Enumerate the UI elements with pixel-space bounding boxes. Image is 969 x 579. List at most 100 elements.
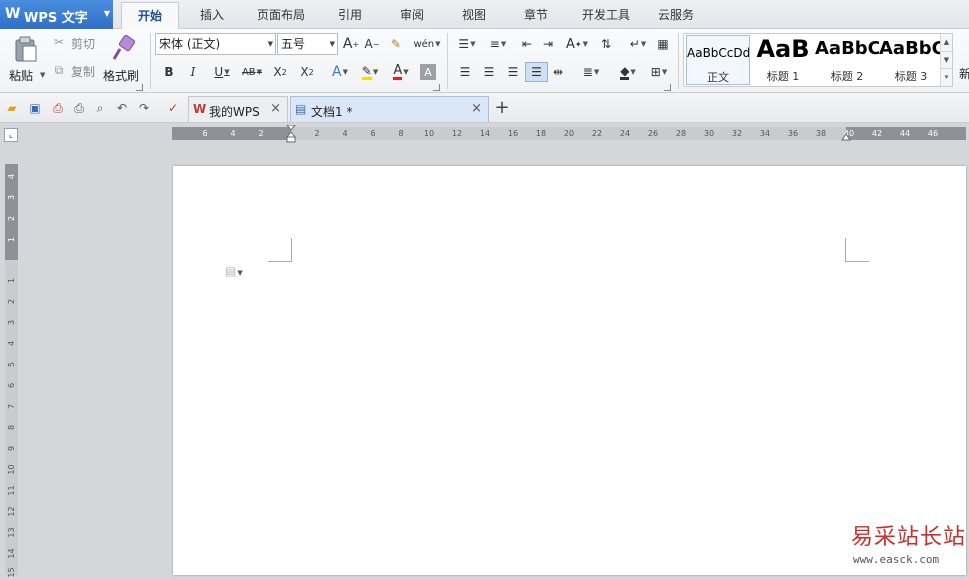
font-color-icon[interactable]: A ▼ [387, 63, 415, 81]
align-right-icon[interactable]: ☰ [504, 63, 522, 81]
tab-label: 文档1 * [311, 105, 353, 119]
tab-home[interactable]: 开始 [121, 2, 179, 30]
redo-icon[interactable]: ↷ [136, 100, 152, 116]
chevron-down-icon[interactable]: ▼ [941, 51, 952, 68]
strikethrough-icon[interactable]: AB ▼ [238, 63, 266, 81]
gallery-more-icon[interactable]: ▾ [941, 68, 952, 85]
save-icon[interactable]: ▣ [27, 100, 43, 116]
paragraph-mark-icon[interactable]: ↵ ▼ [625, 35, 651, 53]
tab-my-wps[interactable]: W 我的WPS × [188, 96, 288, 122]
ruler-tick: 4 [7, 173, 16, 180]
shading-bucket-icon[interactable]: ◆ ▼ [614, 63, 642, 81]
undo-icon[interactable]: ↶ [114, 100, 130, 116]
close-icon[interactable]: × [471, 101, 482, 116]
copy-label: 复制 [71, 65, 96, 79]
margin-corner-top-right [845, 238, 869, 262]
clear-format-icon[interactable]: ✎ [387, 35, 405, 53]
line-spacing-icon[interactable]: ≣ ▼ [577, 63, 605, 81]
decrease-indent-icon[interactable]: ⇤ [518, 35, 536, 53]
borders-icon[interactable]: ⊞ ▼ [645, 63, 673, 81]
tab-cloud-services[interactable]: 云服务 [658, 0, 694, 29]
tab-developer-tools[interactable]: 开发工具 [582, 0, 630, 29]
format-painter-button[interactable]: 格式刷 [103, 33, 143, 91]
styles-gallery-scroll[interactable]: ▲ ▼ ▾ [940, 34, 952, 86]
customize-toolbar-icon[interactable]: ✓ [165, 100, 181, 116]
document-page[interactable]: ▤▼ [173, 166, 966, 575]
bullet-list-icon[interactable]: ☰ ▼ [453, 35, 481, 53]
style-name: 正文 [707, 71, 729, 84]
paste-options-icon[interactable]: ▤▼ [225, 264, 243, 278]
app-menu-button[interactable]: W WPS 文字 ▼ [0, 0, 113, 29]
distributed-align-icon[interactable]: ⇹ [549, 63, 567, 81]
style-heading-1[interactable]: AaB 标题 1 [751, 35, 815, 85]
numbered-list-icon[interactable]: ≡ ▼ [484, 35, 512, 53]
chevron-up-icon[interactable]: ▲ [941, 34, 952, 51]
align-left-icon[interactable]: ☰ [456, 63, 474, 81]
tab-references[interactable]: 引用 [338, 0, 362, 29]
phonetic-guide-icon[interactable]: wén ▼ [413, 35, 441, 53]
tab-review[interactable]: 审阅 [400, 0, 424, 29]
text-effect-icon[interactable]: A ▼ [327, 63, 353, 81]
paste-icon [15, 36, 37, 62]
vertical-ruler[interactable]: 4 3 2 1 1 2 3 4 5 6 7 8 9 10 11 12 13 14… [5, 164, 18, 578]
shrink-font-icon[interactable]: A − [363, 35, 381, 53]
bold-icon[interactable]: B [161, 63, 177, 81]
brush-icon [112, 35, 135, 60]
font-name-value: 宋体 (正文) [159, 37, 221, 51]
ruler-tick: 11 [7, 485, 16, 496]
chevron-down-icon: ▼ [267, 40, 273, 48]
superscript-icon[interactable]: X2 [271, 63, 289, 81]
style-heading-2[interactable]: AaBbC 标题 2 [815, 35, 879, 85]
ruler-tick: 7 [7, 403, 16, 410]
chevron-down-icon: ▼ [103, 9, 110, 18]
cut-label: 剪切 [71, 37, 96, 51]
increase-indent-icon[interactable]: ⇥ [539, 35, 557, 53]
tab-insert[interactable]: 插入 [200, 0, 224, 29]
table-grid-icon[interactable]: ▦ [654, 35, 672, 53]
right-indent-marker-icon[interactable] [841, 131, 851, 141]
sort-icon[interactable]: ⇅ [597, 35, 615, 53]
ruler-tick: 8 [398, 129, 404, 138]
font-size-select[interactable]: 五号 ▼ [277, 33, 338, 55]
style-heading-3[interactable]: AaBbC 标题 3 [879, 35, 943, 85]
style-normal[interactable]: AaBbCcDd 正文 [686, 35, 750, 85]
ruler-tick: 36 [787, 129, 799, 138]
tab-view[interactable]: 视图 [462, 0, 486, 29]
paste-label: 粘贴 [9, 69, 34, 83]
ruler-tick: 10 [423, 129, 435, 138]
justify-icon[interactable]: ☰ [525, 62, 548, 82]
ruler-tick: 38 [815, 129, 827, 138]
copy-button[interactable]: ⧉ 复制 [52, 61, 102, 81]
export-pdf-icon[interactable]: ⎙ [50, 100, 66, 116]
tab-label: 我的WPS [209, 105, 260, 119]
horizontal-ruler[interactable]: 6 4 2 2 4 6 8 10 12 14 16 18 20 22 24 26… [172, 125, 966, 143]
align-center-icon[interactable]: ☰ [480, 63, 498, 81]
print-icon[interactable]: ⎙ [71, 100, 87, 116]
ruler-tick: 9 [7, 445, 16, 452]
new-style-label[interactable]: 新 [959, 65, 969, 82]
paste-button[interactable]: 粘贴 ▼ [6, 33, 46, 91]
font-name-select[interactable]: 宋体 (正文) ▼ [155, 33, 276, 55]
paragraph-dialog-launcher[interactable] [664, 84, 671, 91]
divider [678, 33, 679, 89]
tab-page-layout[interactable]: 页面布局 [257, 0, 305, 29]
underline-icon[interactable]: U ▼ [209, 63, 235, 81]
clipboard-dialog-launcher[interactable] [136, 84, 143, 91]
indent-marker-icon[interactable] [286, 125, 296, 143]
close-icon[interactable]: × [270, 101, 281, 116]
grow-font-icon[interactable]: A + [342, 35, 360, 53]
tab-sections[interactable]: 章节 [524, 0, 548, 29]
print-preview-icon[interactable]: ⌕ [92, 100, 108, 116]
open-folder-icon[interactable]: ▰ [4, 100, 20, 116]
tab-document-1[interactable]: ▤ 文档1 * × [290, 96, 489, 122]
char-shading-icon[interactable]: A [420, 64, 436, 80]
highlight-icon[interactable]: ✎ ▼ [356, 63, 384, 81]
new-tab-icon[interactable]: + [494, 97, 510, 118]
ruler-tick: 4 [342, 129, 348, 138]
italic-icon[interactable]: I [185, 63, 201, 81]
font-dialog-launcher[interactable] [433, 84, 440, 91]
change-case-icon[interactable]: A ✦ ▼ [563, 35, 591, 53]
subscript-icon[interactable]: X2 [298, 63, 316, 81]
cut-button[interactable]: ✂ 剪切 [52, 33, 102, 53]
tab-stop-selector[interactable]: ⌞ [4, 128, 18, 142]
